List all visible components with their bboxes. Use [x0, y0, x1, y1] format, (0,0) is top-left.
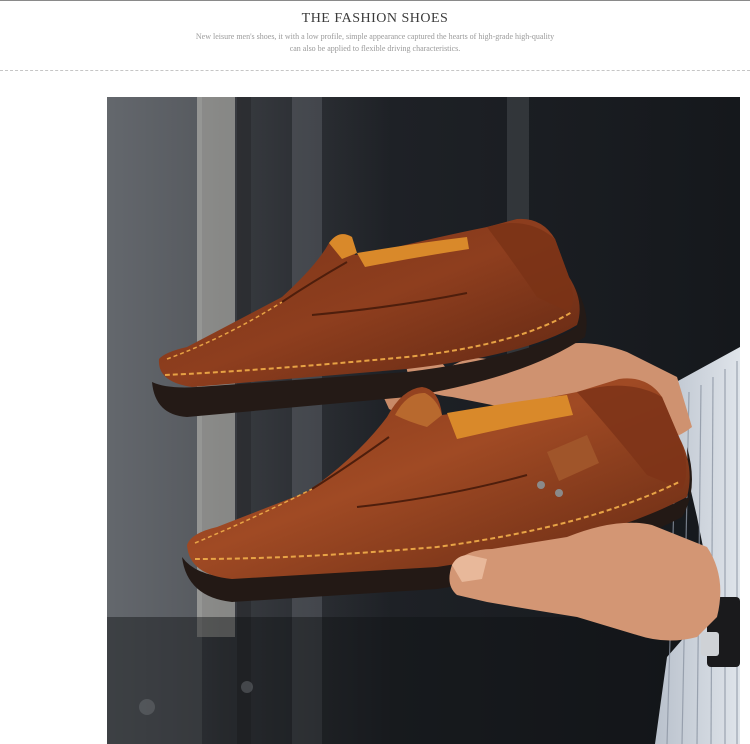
dashed-divider — [0, 70, 750, 71]
section-header: THE FASHION SHOES New leisure men's shoe… — [0, 0, 750, 72]
section-description-line-1: New leisure men's shoes, it with a low p… — [195, 32, 555, 41]
product-photo-illustration — [107, 97, 740, 744]
section-description-line-2: can also be applied to flexible driving … — [289, 44, 461, 53]
product-photo — [107, 97, 740, 744]
section-title: THE FASHION SHOES — [301, 11, 449, 26]
